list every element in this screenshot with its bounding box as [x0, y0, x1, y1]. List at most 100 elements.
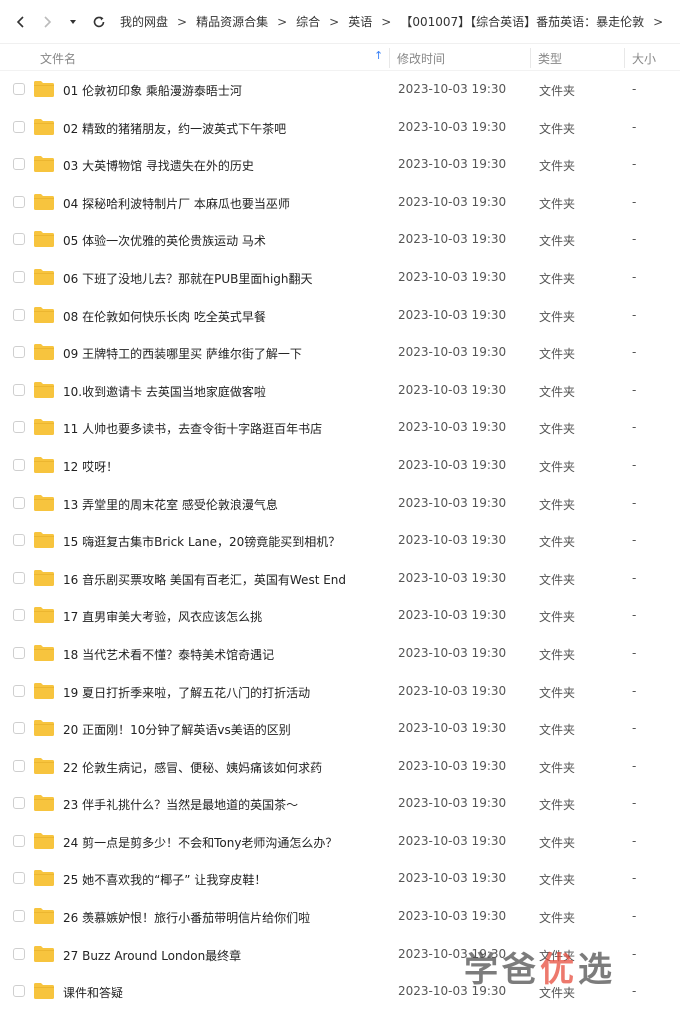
row-checkbox[interactable] — [13, 571, 25, 584]
file-name[interactable]: 23 伴手礼挑什么？当然是最地道的英国茶～ — [63, 796, 298, 813]
file-name[interactable]: 08 在伦敦如何快乐长肉 吃全英式早餐 — [63, 308, 266, 325]
file-name[interactable]: 19 夏日打折季来啦，了解五花八门的打折活动 — [63, 684, 310, 701]
folder-icon — [34, 344, 54, 361]
row-checkbox[interactable] — [13, 120, 25, 133]
row-checkbox[interactable] — [13, 985, 25, 998]
row-checkbox[interactable] — [13, 383, 25, 396]
table-row[interactable]: 24 剪一点是剪多少！不会和Tony老师沟通怎么办？ 2023-10-03 19:… — [0, 823, 680, 861]
table-row[interactable]: 17 直男审美大考验，风衣应该怎么挑 2023-10-03 19:30 文件夹 - — [0, 597, 680, 635]
column-header-name[interactable]: 文件名 — [40, 50, 76, 67]
row-checkbox[interactable] — [13, 947, 25, 960]
row-checkbox[interactable] — [13, 308, 25, 321]
file-name[interactable]: 26 羡慕嫉妒恨！旅行小番茄带明信片给你们啦 — [63, 909, 310, 926]
breadcrumb-item[interactable]: 英语 — [346, 13, 374, 30]
table-row[interactable]: 08 在伦敦如何快乐长肉 吃全英式早餐 2023-10-03 19:30 文件夹 - — [0, 297, 680, 335]
file-name[interactable]: 27 Buzz Around London最终章 — [63, 947, 241, 964]
row-checkbox[interactable] — [13, 458, 25, 471]
modified-time: 2023-10-03 19:30 — [398, 495, 507, 510]
row-checkbox[interactable] — [13, 270, 25, 283]
file-name[interactable]: 11 人帅也要多读书，去查令街十字路逛百年书店 — [63, 420, 322, 437]
row-checkbox[interactable] — [13, 872, 25, 885]
file-name[interactable]: 20 正面刚！10分钟了解英语vs美语的区别 — [63, 721, 291, 738]
row-checkbox[interactable] — [13, 233, 25, 246]
table-row[interactable]: 05 体验一次优雅的英伦贵族运动 马术 2023-10-03 19:30 文件夹 - — [0, 221, 680, 259]
table-row[interactable]: 01 伦敦初印象 乘船漫游泰晤士河 2023-10-03 19:30 文件夹 - — [0, 71, 680, 109]
breadcrumb-item[interactable]: 综合 — [294, 13, 322, 30]
table-row[interactable]: 25 她不喜欢我的“椰子” 让我穿皮鞋！ 2023-10-03 19:30 文件夹 - — [0, 860, 680, 898]
folder-icon — [34, 193, 54, 210]
file-name[interactable]: 课件和答疑 — [63, 984, 123, 1001]
file-type: 文件夹 — [539, 347, 576, 362]
file-size: - — [632, 269, 637, 284]
table-row[interactable]: 19 夏日打折季来啦，了解五花八门的打折活动 2023-10-03 19:30 文件… — [0, 673, 680, 711]
file-name[interactable]: 04 探秘哈利波特制片厂 本麻瓜也要当巫师 — [63, 195, 290, 212]
forward-button[interactable] — [34, 9, 60, 35]
table-row[interactable]: 20 正面刚！10分钟了解英语vs美语的区别 2023-10-03 19:30 文件… — [0, 710, 680, 748]
file-name[interactable]: 02 精致的猪猪朋友，约一波英式下午茶吧 — [63, 120, 286, 137]
file-name[interactable]: 03 大英博物馆 寻找遗失在外的历史 — [63, 157, 254, 174]
table-row[interactable]: 02 精致的猪猪朋友，约一波英式下午茶吧 2023-10-03 19:30 文件夹 - — [0, 109, 680, 147]
breadcrumb-item[interactable]: 我的网盘 — [118, 13, 170, 30]
breadcrumb-item[interactable]: 【001007】【综合英语】番茄英语：暴走伦敦 — [398, 13, 646, 30]
column-divider[interactable] — [624, 48, 625, 68]
chevron-right-icon — [44, 15, 52, 28]
column-header-time[interactable]: 修改时间 — [397, 50, 445, 67]
row-checkbox[interactable] — [13, 722, 25, 735]
file-name[interactable]: 05 体验一次优雅的英伦贵族运动 马术 — [63, 232, 266, 249]
row-checkbox[interactable] — [13, 684, 25, 697]
file-size: - — [632, 909, 637, 924]
row-checkbox[interactable] — [13, 158, 25, 171]
table-row[interactable]: 15 嗨逛复古集市Brick Lane，20镑竟能买到相机？ 2023-10-03… — [0, 522, 680, 560]
file-size: - — [632, 232, 637, 247]
row-checkbox[interactable] — [13, 797, 25, 810]
row-checkbox[interactable] — [13, 759, 25, 772]
table-row[interactable]: 22 伦敦生病记，感冒、便秘、姨妈痛该如何求药 2023-10-03 19:30 文… — [0, 748, 680, 786]
file-name[interactable]: 15 嗨逛复古集市Brick Lane，20镑竟能买到相机？ — [63, 533, 340, 550]
file-name[interactable]: 09 王牌特工的西装哪里买 萨维尔街了解一下 — [63, 345, 302, 362]
column-header-type[interactable]: 类型 — [538, 50, 562, 67]
file-name[interactable]: 16 音乐剧买票攻略 美国有百老汇，英国有West End — [63, 571, 346, 588]
table-row[interactable]: 10.收到邀请卡 去英国当地家庭做客啦 2023-10-03 19:30 文件夹 - — [0, 372, 680, 410]
row-checkbox[interactable] — [13, 534, 25, 547]
file-name[interactable]: 17 直男审美大考验，风衣应该怎么挑 — [63, 608, 262, 625]
table-row[interactable]: 11 人帅也要多读书，去查令街十字路逛百年书店 2023-10-03 19:30 文… — [0, 409, 680, 447]
row-checkbox[interactable] — [13, 83, 25, 95]
file-name[interactable]: 13 弄堂里的周末花室 感受伦敦浪漫气息 — [63, 496, 278, 513]
row-checkbox[interactable] — [13, 496, 25, 509]
file-name[interactable]: 01 伦敦初印象 乘船漫游泰晤士河 — [63, 82, 242, 99]
file-name[interactable]: 10.收到邀请卡 去英国当地家庭做客啦 — [63, 383, 266, 400]
history-dropdown-button[interactable] — [60, 9, 86, 35]
table-row[interactable]: 09 王牌特工的西装哪里买 萨维尔街了解一下 2023-10-03 19:30 文件… — [0, 334, 680, 372]
breadcrumb-item[interactable]: 精品资源合集 — [194, 13, 270, 30]
table-row[interactable]: 04 探秘哈利波特制片厂 本麻瓜也要当巫师 2023-10-03 19:30 文件夹… — [0, 184, 680, 222]
file-name[interactable]: 25 她不喜欢我的“椰子” 让我穿皮鞋！ — [63, 871, 266, 888]
column-divider[interactable] — [530, 48, 531, 68]
table-row[interactable]: 06 下班了没地儿去？那就在PUB里面high翻天 2023-10-03 19:3… — [0, 259, 680, 297]
row-checkbox[interactable] — [13, 609, 25, 622]
row-checkbox[interactable] — [13, 910, 25, 923]
file-name[interactable]: 18 当代艺术看不懂？泰特美术馆奇遇记 — [63, 646, 274, 663]
table-row[interactable]: 13 弄堂里的周末花室 感受伦敦浪漫气息 2023-10-03 19:30 文件夹 - — [0, 485, 680, 523]
row-checkbox[interactable] — [13, 646, 25, 659]
file-name[interactable]: 24 剪一点是剪多少！不会和Tony老师沟通怎么办？ — [63, 834, 337, 851]
file-name[interactable]: 12 哎呀！ — [63, 458, 118, 475]
table-row[interactable]: 16 音乐剧买票攻略 美国有百老汇，英国有West End 2023-10-03 … — [0, 560, 680, 598]
sort-ascending-icon[interactable]: ↑ — [374, 49, 383, 62]
file-type: 文件夹 — [539, 459, 576, 474]
row-checkbox[interactable] — [13, 834, 25, 847]
file-name[interactable]: 22 伦敦生病记，感冒、便秘、姨妈痛该如何求药 — [63, 759, 322, 776]
table-row[interactable]: 26 羡慕嫉妒恨！旅行小番茄带明信片给你们啦 2023-10-03 19:30 文件… — [0, 898, 680, 936]
column-divider[interactable] — [389, 48, 390, 68]
table-row[interactable]: 12 哎呀！ 2023-10-03 19:30 文件夹 - — [0, 447, 680, 485]
table-row[interactable]: 23 伴手礼挑什么？当然是最地道的英国茶～ 2023-10-03 19:30 文件夹… — [0, 785, 680, 823]
column-header-size[interactable]: 大小 — [632, 50, 656, 67]
table-row[interactable]: 18 当代艺术看不懂？泰特美术馆奇遇记 2023-10-03 19:30 文件夹 - — [0, 635, 680, 673]
file-name[interactable]: 06 下班了没地儿去？那就在PUB里面high翻天 — [63, 270, 313, 287]
refresh-button[interactable] — [86, 9, 112, 35]
row-checkbox[interactable] — [13, 421, 25, 434]
row-checkbox[interactable] — [13, 346, 25, 359]
back-button[interactable] — [8, 9, 34, 35]
watermark-text: 优 — [540, 950, 578, 990]
table-row[interactable]: 03 大英博物馆 寻找遗失在外的历史 2023-10-03 19:30 文件夹 - — [0, 146, 680, 184]
row-checkbox[interactable] — [13, 195, 25, 208]
